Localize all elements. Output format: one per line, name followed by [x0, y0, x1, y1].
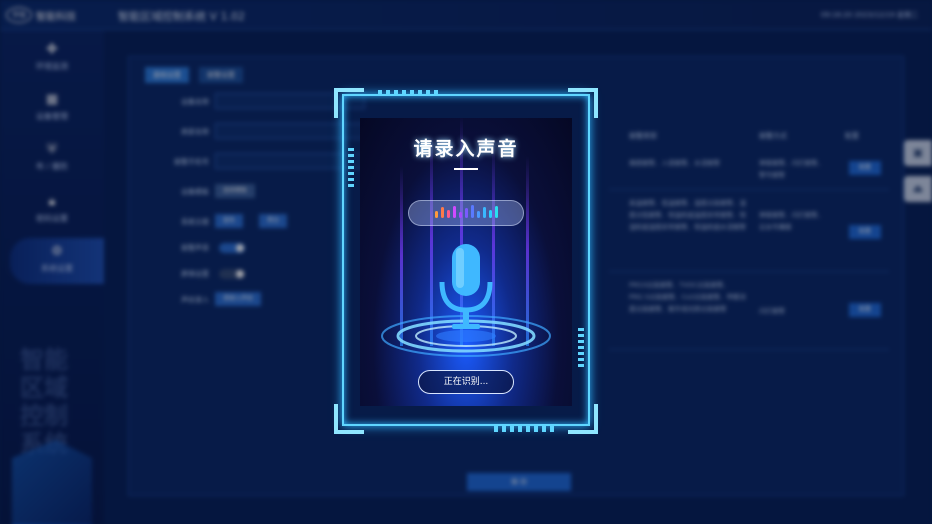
sidebar-item-password[interactable]: 🔒︎ 密码设置 — [0, 188, 104, 234]
device-name-label: 设备名称 — [181, 98, 209, 106]
side-tool-2-icon[interactable]: ⏏ — [904, 176, 932, 202]
sidebar-item-label: 布 / 撤防 — [36, 162, 68, 171]
sidebar-item-system-settings[interactable]: ⚙ 系统设置 — [10, 238, 104, 284]
sidebar-item-label: 设备管理 — [36, 112, 68, 121]
frame-side-stripes — [578, 328, 584, 368]
tab-alarm-settings[interactable]: 报警设置 — [199, 67, 243, 83]
title-underline — [454, 168, 478, 170]
theme-blue-button[interactable]: 蓝色 — [215, 214, 244, 228]
wave-bar — [477, 211, 480, 218]
sidebar-item-devices[interactable]: ▦ 设备管理 — [0, 86, 104, 132]
brand-name: 智能科技 — [36, 11, 76, 23]
wave-bar — [447, 210, 450, 218]
frame-corner-bl — [334, 404, 364, 434]
wave-bar — [471, 205, 474, 218]
frame-stripes — [494, 426, 554, 432]
frame-corner-tr — [568, 88, 598, 118]
theme-bw-button[interactable]: 黑白 — [259, 214, 288, 228]
shield-icon: ⛨ — [47, 142, 57, 157]
config-button-3[interactable]: 配置 — [849, 303, 881, 317]
sidebar-item-label: 密码设置 — [36, 214, 68, 223]
wave-bar — [453, 206, 456, 218]
voice-record-modal: 请录入声音 正在识别... — [334, 88, 598, 434]
table-header-alarm-type: 报警类型 — [629, 132, 657, 140]
table-cell-method-3: 闪灯报警 — [759, 307, 785, 315]
clock: 09:16:20 2023/12/19 星期二 — [820, 11, 918, 19]
decorative-building-graphic — [12, 440, 92, 524]
config-button-2[interactable]: 配置 — [849, 225, 881, 239]
recognizing-status: 正在识别... — [418, 370, 514, 394]
alarm-sound-label: 报警声音 — [181, 244, 209, 252]
sidebar-item-label: 环境监测 — [36, 62, 68, 71]
wave-bar — [483, 207, 486, 218]
theme-label: 系统主题 — [181, 218, 209, 226]
frame-stripes — [378, 90, 438, 96]
row-divider — [609, 349, 889, 350]
voice-input-button[interactable]: 请录入声纹 — [215, 292, 262, 306]
side-tool-1-icon[interactable]: ▣ — [904, 140, 932, 166]
wave-bar — [435, 211, 438, 218]
wave-bar — [441, 207, 444, 218]
modal-title: 请录入声音 — [413, 138, 519, 160]
brand: 华恒 智能科技 — [6, 6, 76, 24]
wave-bar — [495, 206, 498, 218]
table-cell-method-1: 弹窗报警、闪灯报警、警号报警 — [759, 159, 824, 179]
screensaver-toggle[interactable] — [219, 269, 245, 279]
table-cell-type-3: PM10过高报警、TVOC过高报警、PM2.5过高报警、Co2过高报警、甲醛浓度… — [629, 281, 747, 313]
brand-logo: 华恒 — [6, 7, 32, 23]
microphone-icon — [439, 244, 493, 329]
save-button[interactable]: 保 存 — [467, 473, 571, 491]
alarm-phone-label: 报警手机号 — [174, 158, 209, 166]
sidebar-watermark: 智能区域控制系统 — [20, 346, 68, 458]
table-cell-type-2: 高温报警、低温报警、湿度过高报警、湿度过低报警、恒温机组温度异常报警、恒湿机组湿… — [629, 199, 746, 231]
audio-waveform — [408, 200, 524, 226]
screensaver-label: 屏保设置 — [181, 270, 209, 278]
sidebar-item-label: 系统设置 — [41, 264, 73, 273]
top-bar: 华恒 智能科技 智能区域控制系统 V 1.02 09:16:20 2023/12… — [0, 0, 932, 30]
device-template-label: 设备模板 — [181, 188, 209, 196]
gear-icon: ⚙ — [51, 244, 63, 259]
alarm-sound-toggle[interactable] — [219, 243, 245, 253]
config-button-1[interactable]: 配置 — [849, 161, 881, 175]
voice-input-label: 声纹录入 — [181, 296, 209, 304]
voice-card: 请录入声音 正在识别... — [360, 118, 572, 406]
device-template-button[interactable]: 选择模板 — [215, 184, 256, 198]
wave-bar — [459, 212, 462, 218]
sidebar: ✤ 环境监测 ▦ 设备管理 ⛨ 布 / 撤防 🔒︎ 密码设置 ⚙ 系统设置 智能… — [0, 30, 104, 524]
sidebar-item-environment[interactable]: ✤ 环境监测 — [0, 36, 104, 82]
sidebar-item-arm-disarm[interactable]: ⛨ 布 / 撤防 — [0, 136, 104, 182]
row-divider — [609, 189, 889, 190]
table-cell-type-1: 烟感报警、入侵报警、水浸报警 — [629, 159, 720, 167]
frame-corner-br — [568, 404, 598, 434]
table-header-alarm-method: 报警方式 — [759, 132, 787, 140]
sensor-icon: ✤ — [46, 42, 58, 57]
device-icon: ▦ — [45, 92, 59, 107]
frame-side-stripes — [348, 148, 354, 188]
app-title: 智能区域控制系统 V 1.02 — [118, 10, 246, 23]
wave-bar — [465, 208, 468, 218]
frame-corner-tl — [334, 88, 364, 118]
lock-icon: 🔒︎ — [48, 194, 56, 209]
table-cell-method-2: 弹窗报警、闪灯报警、云台号播报 — [759, 211, 824, 231]
table-header-config: 配置 — [845, 132, 859, 140]
merchant-name-label: 商家名称 — [181, 128, 209, 136]
tab-basic-settings[interactable]: 基础设置 — [145, 67, 189, 83]
row-divider — [609, 271, 889, 272]
wave-bar — [489, 210, 492, 218]
